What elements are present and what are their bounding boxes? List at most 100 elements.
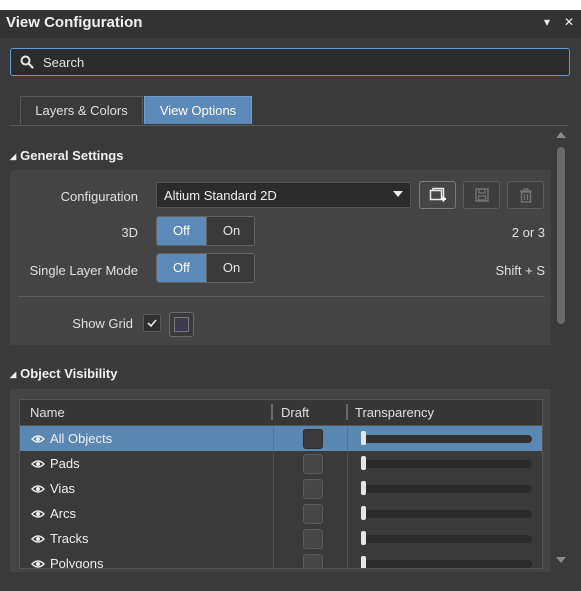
three-d-toggle: Off On: [156, 216, 255, 246]
panel-menu-icon[interactable]: ▾: [544, 15, 550, 29]
collapse-triangle-icon: ◢: [10, 152, 17, 161]
save-icon: [474, 188, 489, 202]
trash-icon: [519, 187, 532, 203]
single-layer-mode-label: Single Layer Mode: [29, 263, 138, 278]
cell-divider: [273, 426, 274, 451]
configuration-value: Altium Standard 2D: [164, 188, 277, 203]
search-input[interactable]: Search: [10, 48, 570, 76]
tab-view-options[interactable]: View Options: [144, 96, 252, 124]
eye-icon[interactable]: [31, 457, 45, 472]
eye-icon[interactable]: [31, 507, 45, 522]
row-name: All Objects: [50, 431, 113, 446]
cell-divider: [347, 426, 348, 451]
draft-checkbox[interactable]: [303, 454, 323, 474]
table-row-all-objects[interactable]: All Objects: [20, 426, 542, 451]
cell-divider: [347, 451, 348, 476]
chevron-down-icon: [393, 191, 403, 197]
single-layer-shortcut: Shift + S: [495, 263, 546, 278]
save-configuration-button[interactable]: [463, 181, 500, 209]
cell-divider: [273, 501, 274, 526]
column-header-transparency[interactable]: Transparency: [355, 405, 434, 420]
transparency-slider-thumb[interactable]: [361, 456, 366, 470]
general-settings-title: General Settings: [20, 148, 124, 163]
cell-divider: [273, 451, 274, 476]
table-row-polygons[interactable]: Polygons: [20, 551, 542, 569]
single-layer-on-button[interactable]: On: [206, 254, 254, 282]
eye-icon[interactable]: [31, 557, 45, 568]
table-row-arcs[interactable]: Arcs: [20, 501, 542, 526]
transparency-slider-thumb[interactable]: [361, 506, 366, 520]
three-d-on-button[interactable]: On: [206, 217, 254, 245]
cell-divider: [347, 526, 348, 551]
three-d-off-button[interactable]: Off: [157, 217, 206, 245]
cell-divider: [347, 551, 348, 568]
row-name: Arcs: [50, 506, 76, 521]
table-header: Name Draft Transparency: [20, 400, 542, 426]
scroll-up-arrow-icon[interactable]: [556, 132, 566, 138]
draft-checkbox[interactable]: [303, 504, 323, 524]
configuration-label: Configuration: [60, 189, 138, 204]
search-icon: [20, 55, 34, 72]
draft-checkbox[interactable]: [303, 429, 323, 449]
panel-title-bar: View Configuration ▾ ✕: [0, 10, 581, 38]
checkmark-icon: [147, 319, 157, 328]
single-layer-off-button[interactable]: Off: [157, 254, 206, 282]
collapse-triangle-icon: ◢: [10, 370, 17, 379]
table-row-vias[interactable]: Vias: [20, 476, 542, 501]
three-d-label: 3D: [121, 225, 138, 240]
panel-footer: [0, 572, 581, 591]
row-name: Pads: [50, 456, 80, 471]
table-row-tracks[interactable]: Tracks: [20, 526, 542, 551]
three-d-shortcut: 2 or 3: [511, 225, 545, 240]
show-grid-checkbox[interactable]: [143, 314, 161, 332]
transparency-slider-thumb[interactable]: [361, 431, 366, 445]
transparency-slider-thumb[interactable]: [361, 556, 366, 568]
scrollbar-thumb[interactable]: [557, 147, 565, 324]
eye-icon[interactable]: [31, 482, 45, 497]
tab-underline: [10, 125, 568, 126]
table-row-pads[interactable]: Pads: [20, 451, 542, 476]
scroll-down-arrow-icon[interactable]: [556, 557, 566, 563]
row-name: Polygons: [50, 556, 104, 569]
transparency-slider-track[interactable]: [363, 485, 532, 493]
object-visibility-header[interactable]: ◢ Object Visibility: [10, 366, 117, 381]
transparency-slider-track[interactable]: [363, 560, 532, 568]
show-grid-label: Show Grid: [72, 316, 133, 331]
column-header-name[interactable]: Name: [30, 405, 65, 420]
grid-color-swatch[interactable]: [169, 312, 194, 337]
draft-checkbox[interactable]: [303, 529, 323, 549]
panel-title: View Configuration: [6, 14, 143, 31]
column-header-draft[interactable]: Draft: [281, 405, 309, 420]
draft-checkbox[interactable]: [303, 479, 323, 499]
grid-color-fill: [174, 317, 189, 332]
transparency-slider-track[interactable]: [363, 435, 532, 443]
top-edge: [0, 0, 581, 10]
transparency-slider-thumb[interactable]: [361, 481, 366, 495]
close-icon[interactable]: ✕: [564, 15, 574, 29]
configuration-dropdown[interactable]: Altium Standard 2D: [156, 182, 411, 208]
transparency-slider-thumb[interactable]: [361, 531, 366, 545]
eye-icon[interactable]: [31, 432, 45, 447]
cell-divider: [347, 476, 348, 501]
cell-divider: [273, 526, 274, 551]
tab-layers-colors[interactable]: Layers & Colors: [20, 96, 143, 124]
delete-configuration-button[interactable]: [507, 181, 544, 209]
object-visibility-title: Object Visibility: [20, 366, 118, 381]
column-resizer[interactable]: [346, 404, 348, 420]
draft-checkbox[interactable]: [303, 554, 323, 568]
create-configuration-button[interactable]: [419, 181, 456, 209]
add-view-icon: [429, 187, 446, 202]
column-resizer[interactable]: [271, 404, 273, 420]
row-name: Vias: [50, 481, 76, 496]
transparency-slider-track[interactable]: [363, 460, 532, 468]
settings-divider: [18, 296, 545, 297]
eye-icon[interactable]: [31, 532, 45, 547]
cell-divider: [347, 501, 348, 526]
row-name: Tracks: [50, 531, 89, 546]
object-visibility-table: Name Draft Transparency All Objects Pads…: [19, 399, 543, 569]
transparency-slider-track[interactable]: [363, 535, 532, 543]
general-settings-header[interactable]: ◢ General Settings: [10, 148, 123, 163]
single-layer-mode-toggle: Off On: [156, 253, 255, 283]
search-placeholder: Search: [43, 55, 85, 70]
transparency-slider-track[interactable]: [363, 510, 532, 518]
